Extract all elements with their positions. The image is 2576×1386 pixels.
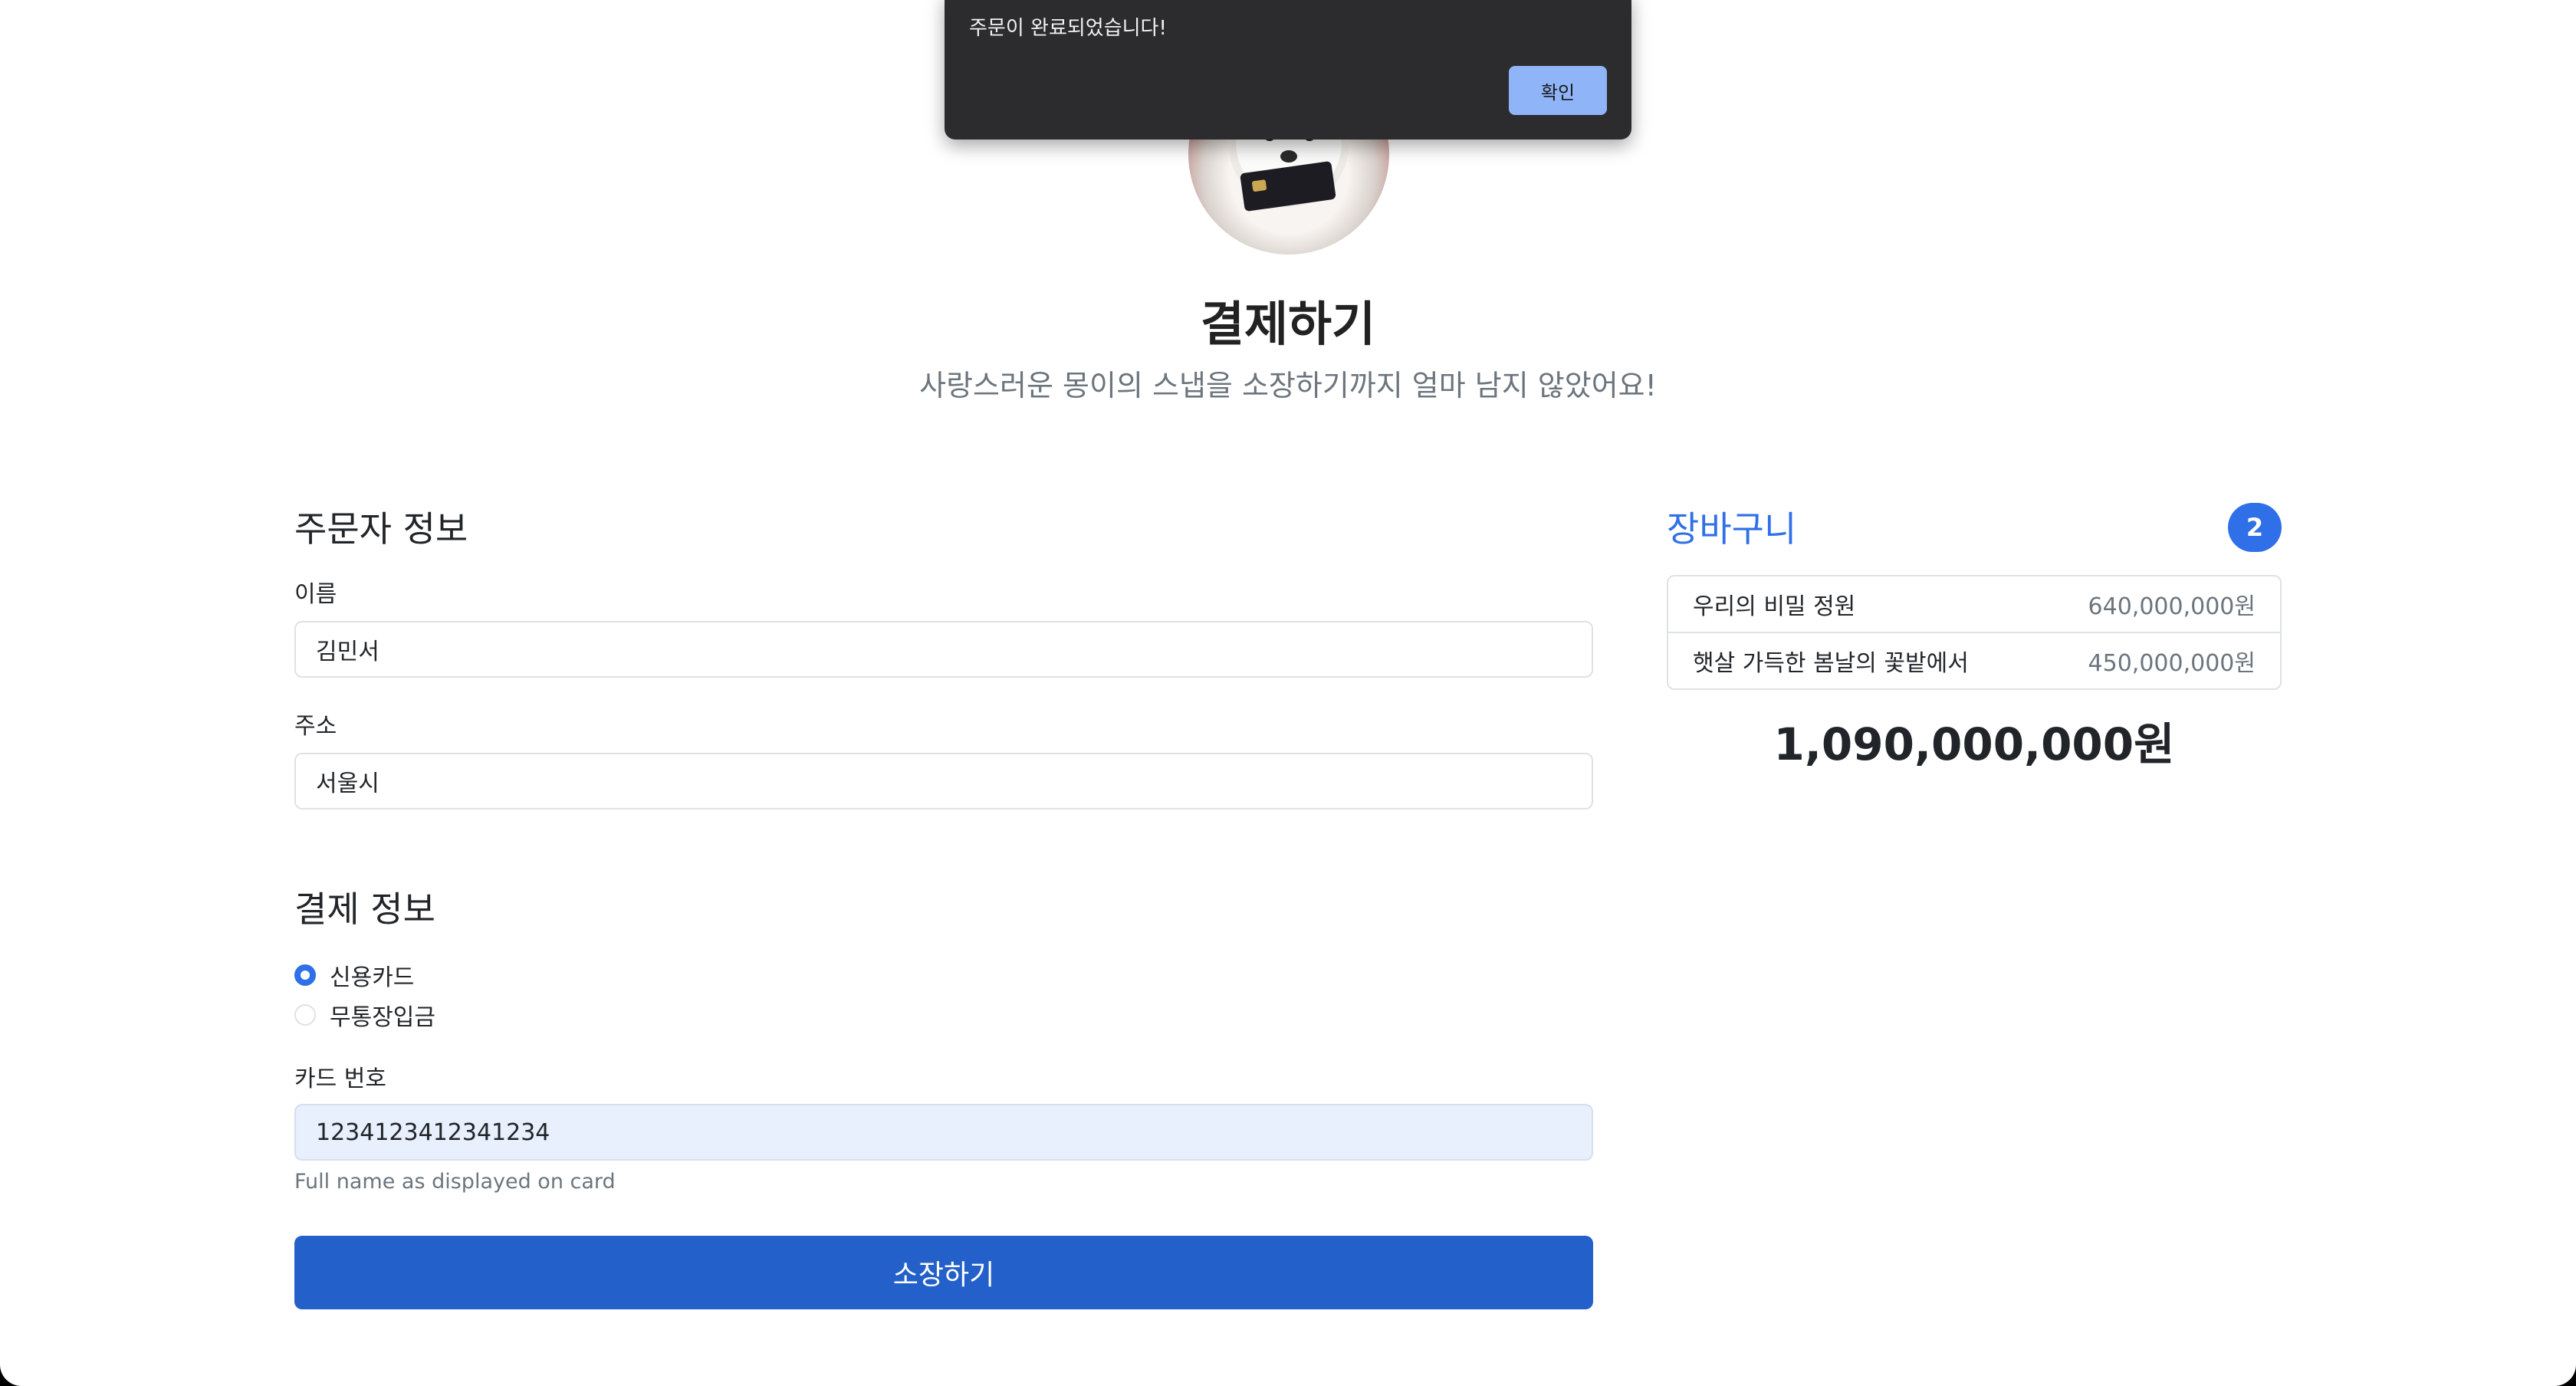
dialog-ok-button[interactable]: 확인 [1509,66,1607,115]
page-title: 결제하기 [1200,296,1376,352]
cart-item: 우리의 비밀 정원 640,000,000원 [1668,576,2280,632]
name-input[interactable]: 김민서 [294,621,1593,678]
radio-unchecked-icon[interactable] [294,1004,316,1026]
dog-nose [1280,150,1297,163]
payment-info-heading: 결제 정보 [294,888,435,930]
cart-item-name: 우리의 비밀 정원 [1693,593,1856,620]
card-number-label: 카드 번호 [294,1066,386,1092]
cart-item-price: 450,000,000원 [2088,650,2256,677]
payment-option-credit-card[interactable]: 신용카드 [294,958,414,992]
checkout-page: 결제하기 사랑스러운 몽이의 스냅을 소장하기까지 얼마 남지 않았어요! 주문… [0,0,2576,1386]
name-label: 이름 [294,581,337,608]
card-number-help-text: Full name as displayed on card [294,1170,616,1194]
orderer-info-heading: 주문자 정보 [294,508,468,550]
cart-item-name: 햇살 가득한 봄날의 꽃밭에서 [1693,650,1969,677]
dialog-message: 주문이 완료되었습니다! [969,17,1167,40]
cart-title: 장바구니 [1667,508,1797,550]
cart-total: 1,090,000,000원 [1773,718,2175,770]
card-chip [1251,179,1267,192]
payment-option-label: 신용카드 [330,964,415,991]
page-subtitle: 사랑스러운 몽이의 스냅을 소장하기까지 얼마 남지 않았어요! [919,369,1657,402]
purchase-button[interactable]: 소장하기 [294,1236,1593,1309]
payment-option-label: 무통장입금 [330,1004,435,1031]
address-input-value: 서울시 [316,770,380,797]
payment-option-bank-transfer[interactable]: 무통장입금 [294,998,435,1032]
name-input-value: 김민서 [316,639,380,665]
address-label: 주소 [294,713,337,740]
order-complete-dialog: 주문이 완료되었습니다! 확인 [945,0,1631,140]
cart-list: 우리의 비밀 정원 640,000,000원 햇살 가득한 봄날의 꽃밭에서 4… [1667,575,2282,690]
radio-checked-icon[interactable] [294,964,316,986]
card-number-input[interactable]: 1234123412341234 [294,1104,1593,1161]
card-number-value: 1234123412341234 [316,1118,550,1146]
cart-item-price: 640,000,000원 [2088,593,2256,620]
address-input[interactable]: 서울시 [294,753,1593,810]
cart-count-badge: 2 [2228,503,2282,552]
cart-item: 햇살 가득한 봄날의 꽃밭에서 450,000,000원 [1668,632,2280,688]
